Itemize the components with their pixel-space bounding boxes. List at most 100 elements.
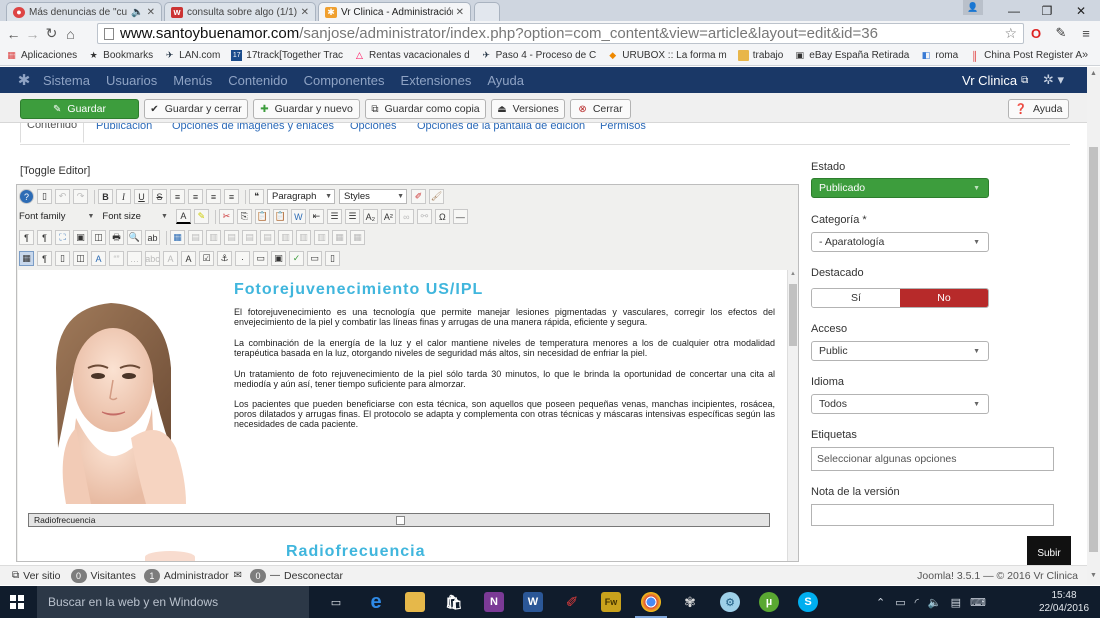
utorrent-icon[interactable]: µ	[759, 592, 779, 612]
estado-select[interactable]: Publicado ▼	[811, 178, 989, 198]
destacado-no-button[interactable]: No	[900, 289, 988, 307]
font-size-select[interactable]: Font size ▼	[102, 211, 167, 222]
task-view-icon[interactable]: ▭	[326, 592, 346, 612]
save-button[interactable]: ✎ Guardar	[20, 99, 139, 119]
bullet-list-icon[interactable]: ☰	[326, 209, 342, 224]
acceso-select[interactable]: Public ▼	[811, 341, 989, 361]
fullscreen-icon[interactable]: ⛶	[55, 230, 70, 245]
scroll-up-icon[interactable]: ▲	[790, 271, 796, 277]
taskbar-search[interactable]: Buscar en la web y en Windows	[37, 586, 309, 618]
view-site-link[interactable]: Ver sitio	[23, 570, 60, 582]
paint-icon[interactable]: ✾	[680, 592, 700, 612]
browser-tab-1[interactable]: ● Más denuncias de "cu 🔈 ✕	[6, 2, 162, 21]
ins-icon[interactable]: A	[181, 251, 196, 266]
bookmark-17track[interactable]: 17 17track[Together Trac	[231, 50, 343, 61]
versions-button[interactable]: ⏏ Versiones	[491, 99, 565, 119]
insert-row-after-icon[interactable]: ▤	[242, 230, 257, 245]
menu-contenido[interactable]: Contenido	[228, 73, 287, 88]
back-icon[interactable]: ←	[4, 24, 23, 44]
bookmark-trabajo[interactable]: trabajo	[737, 50, 783, 61]
style-props-icon[interactable]: A	[91, 251, 106, 266]
eraser-icon[interactable]: ✐	[411, 189, 426, 204]
bold-icon[interactable]: B	[98, 189, 113, 204]
print-icon[interactable]: 🖶	[109, 230, 124, 245]
bookmark-roma[interactable]: ◧ roma	[920, 50, 959, 61]
align-left-icon[interactable]: ≡	[170, 189, 185, 204]
chrome-menu-icon[interactable]: ≡	[1077, 24, 1095, 42]
home-icon[interactable]: ⌂	[61, 24, 80, 44]
styles-select[interactable]: Styles ▼	[339, 189, 407, 204]
bookmark-paso4[interactable]: ✈ Paso 4 - Proceso de C	[481, 50, 596, 61]
unlink-icon[interactable]: ⚯	[416, 209, 432, 224]
bookmark-bookmarks[interactable]: ★ Bookmarks	[88, 50, 154, 61]
skype-icon[interactable]: S	[798, 592, 818, 612]
bookmark-star-icon[interactable]: ☆	[1004, 25, 1017, 42]
cell-props-icon[interactable]: ▥	[206, 230, 221, 245]
row-props-icon[interactable]: ▤	[188, 230, 203, 245]
spellcheck-icon[interactable]: ✓	[289, 251, 304, 266]
joomla-logo-icon[interactable]: ✱	[9, 71, 39, 89]
menu-extensiones[interactable]: Extensiones	[401, 73, 472, 88]
attribs-icon[interactable]: ☑	[199, 251, 214, 266]
pagebreak-icon[interactable]: ▭	[253, 251, 268, 266]
anchor-icon[interactable]: ⚓	[217, 251, 232, 266]
tray-chevron-icon[interactable]: ⌃	[876, 596, 885, 609]
toggle-editor-link[interactable]: [Toggle Editor]	[20, 165, 90, 177]
edge-icon[interactable]: e	[366, 591, 386, 613]
resize-handle[interactable]	[396, 516, 405, 525]
table-icon[interactable]: ▦	[170, 230, 185, 245]
pen-extension-icon[interactable]: ✎	[1052, 24, 1070, 42]
undo-icon[interactable]: ↶	[55, 189, 70, 204]
tab-opciones-pantalla[interactable]: Opciones de la pantalla de edición	[417, 123, 585, 132]
save-new-button[interactable]: ✚ Guardar y nuevo	[253, 99, 360, 119]
font-family-select[interactable]: Font family ▼	[19, 211, 94, 222]
underline-icon[interactable]: U	[134, 189, 149, 204]
numbered-list-icon[interactable]: ☰	[344, 209, 360, 224]
scroll-up-icon[interactable]: ▲	[1090, 70, 1097, 77]
save-close-button[interactable]: ✔ Guardar y cerrar	[144, 99, 248, 119]
align-right-icon[interactable]: ≡	[206, 189, 221, 204]
destacado-yes-button[interactable]: Sí	[812, 289, 900, 307]
page-scrollbar[interactable]: ▲ ▼	[1087, 67, 1100, 585]
wifi-icon[interactable]: ◜	[915, 596, 919, 609]
address-bar[interactable]: www.santoybuenamor.com /sanjose/administ…	[97, 23, 1024, 44]
bookmark-ebay[interactable]: ▣ eBay España Retirada	[794, 50, 910, 61]
align-justify-icon[interactable]: ≡	[224, 189, 239, 204]
page-scroll-thumb[interactable]	[1089, 147, 1098, 552]
app-icon[interactable]: ⚙	[720, 592, 740, 612]
editor-scroll-thumb[interactable]	[789, 284, 797, 346]
italic-icon[interactable]: I	[116, 189, 131, 204]
more-bookmarks-icon[interactable]: »	[1082, 49, 1088, 61]
bookmark-urubox[interactable]: ◆ URUBOX :: La forma m	[607, 50, 726, 61]
close-window-icon[interactable]: ✕	[1064, 0, 1098, 21]
media-icon[interactable]: ◫	[91, 230, 106, 245]
blockquote-icon[interactable]: ❝	[249, 189, 264, 204]
nota-version-input[interactable]	[811, 504, 1054, 526]
maximize-icon[interactable]: ❐	[1030, 0, 1064, 21]
volume-icon[interactable]: 🔈	[928, 596, 942, 609]
search-icon[interactable]: 🔍	[127, 230, 142, 245]
tab-permisos[interactable]: Permisos	[600, 123, 646, 132]
brush-icon[interactable]: 🖌	[429, 189, 444, 204]
rtl-icon[interactable]: ¶	[37, 230, 52, 245]
paste-text-icon[interactable]: 📋	[272, 209, 288, 224]
visual-aid-icon[interactable]: ▦	[19, 251, 34, 266]
windows-start-icon[interactable]	[10, 595, 24, 609]
superscript-icon[interactable]: A²	[380, 209, 396, 224]
strikethrough-icon[interactable]: S	[152, 189, 167, 204]
bookmark-chinapost[interactable]: ║ China Post Register A	[969, 50, 1082, 61]
ltr-icon[interactable]: ¶	[19, 230, 34, 245]
save-copy-button[interactable]: ⧉ Guardar como copia	[365, 99, 486, 119]
redo-icon[interactable]: ↷	[73, 189, 88, 204]
opera-extension-icon[interactable]: O	[1027, 24, 1045, 42]
highlight-icon[interactable]: ✎	[193, 209, 209, 224]
replace-icon[interactable]: ab	[145, 230, 160, 245]
editor-scrollbar[interactable]: ▲	[787, 270, 798, 561]
close-tab-icon[interactable]: ✕	[301, 7, 309, 18]
acronym-icon[interactable]: abc	[145, 251, 160, 266]
new-tab-button[interactable]	[474, 2, 500, 21]
special-char-icon[interactable]: Ω	[434, 209, 450, 224]
text-color-icon[interactable]: A	[175, 209, 191, 224]
browser-tab-3[interactable]: ✱ Vr Clinica - Administración ✕	[318, 2, 471, 21]
idioma-select[interactable]: Todos ▼	[811, 394, 989, 414]
